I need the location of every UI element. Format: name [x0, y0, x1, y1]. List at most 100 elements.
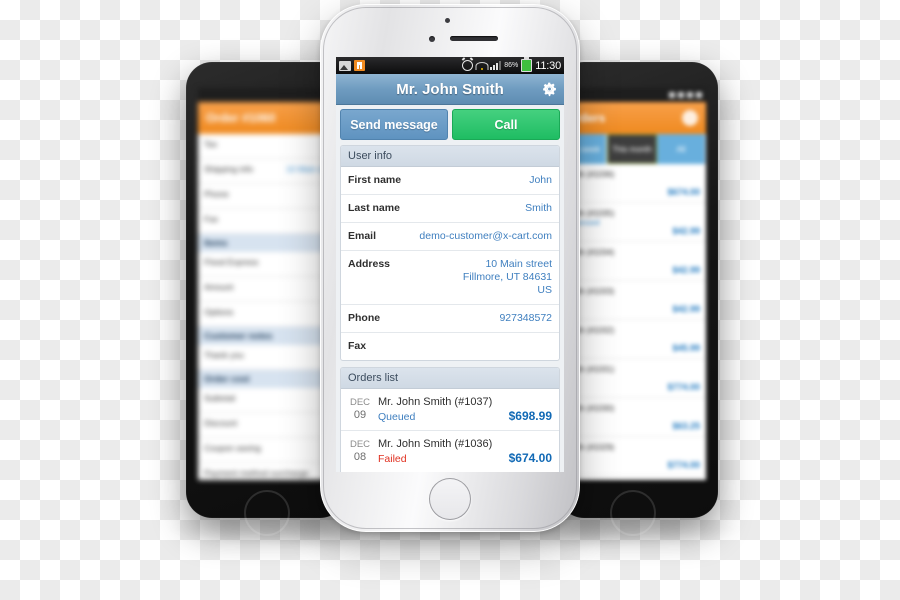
iphone-screen: 86% 11:30 Mr. John Smith Send message Ca…: [336, 57, 564, 472]
order-price: $42.99: [672, 304, 700, 314]
order-list-item[interactable]: DEC 08 Mr. John Smith (#1036) Failed $67…: [341, 431, 559, 472]
table-row: Smith (#1036) $674.00: [558, 164, 706, 203]
order-name: Smith (#1029): [564, 443, 615, 452]
field-value[interactable]: 927348572: [493, 312, 552, 325]
order-name: Smith (#1031): [564, 365, 615, 374]
order-price: $45.99: [672, 343, 700, 353]
order-name: Mr. John Smith (#1037): [378, 396, 493, 408]
row-key: Flood Express: [204, 257, 259, 267]
table-row: Smith (#1035) Processed $42.99: [558, 203, 706, 242]
home-button: [610, 490, 656, 536]
status-bar: 86% 11:30: [336, 57, 564, 74]
row-key: Options: [204, 307, 234, 317]
field-label: Phone: [348, 312, 381, 324]
row-key: Fax: [204, 214, 219, 224]
row-key: Phone: [204, 189, 229, 199]
earpiece-speaker: [450, 36, 498, 41]
table-row: Smith (#1034) $42.99: [558, 242, 706, 281]
order-status: Failed: [378, 453, 407, 465]
table-row: Smith (#1033) $42.99: [558, 281, 706, 320]
order-name: Smith (#1036): [564, 170, 615, 179]
signal-bars-icon: [687, 92, 693, 98]
alarm-clock-icon: [462, 60, 474, 71]
row-key: Coupon saving: [204, 443, 261, 453]
proximity-sensor: [445, 18, 450, 23]
image-icon: [669, 92, 675, 98]
background-phone-right: Orders This week This month All Smith (#…: [558, 62, 718, 536]
order-price: $674.00: [508, 451, 552, 465]
home-button[interactable]: [429, 478, 471, 520]
battery-percent: 86%: [504, 62, 519, 69]
signal-bars-icon: [490, 61, 502, 70]
app-title-bar: Mr. John Smith: [336, 74, 564, 105]
field-label: First name: [348, 174, 402, 186]
order-name: Smith (#1034): [564, 248, 615, 257]
order-price: $698.99: [508, 409, 552, 423]
table-row: Last name Smith: [341, 195, 559, 223]
order-date: DEC 08: [346, 437, 374, 464]
order-name: Smith (#1035): [564, 209, 615, 218]
table-row: Smith (#1030) $63.25: [558, 398, 706, 437]
field-value: John: [529, 174, 552, 186]
order-summary: Failed $674.00: [378, 451, 552, 466]
order-name: Smith (#1030): [564, 404, 615, 413]
status-bar-right: 86% 11:30: [462, 57, 561, 72]
table-row: Smith (#1029) $774.00: [558, 437, 706, 476]
order-summary: Queued $698.99: [378, 409, 552, 424]
order-price: $674.00: [667, 187, 700, 197]
table-row: Smith (#1032) $45.99: [558, 320, 706, 359]
user-info-header: User info: [341, 146, 559, 167]
home-button: [244, 490, 290, 536]
row-key: Payment method surcharge: [204, 468, 309, 478]
status-bar-left: [339, 60, 365, 71]
order-details: Mr. John Smith (#1036) Failed $674.00: [374, 437, 552, 466]
scroll-content[interactable]: User info First name John Last name Smit…: [336, 145, 564, 472]
left-phone-header-title: Order #1060: [206, 111, 276, 125]
order-month: DEC: [349, 397, 371, 408]
battery-icon: [696, 92, 702, 98]
orders-filter-tabs: This week This month All: [558, 134, 706, 164]
call-button[interactable]: Call: [452, 109, 560, 140]
wifi-icon: [475, 61, 489, 70]
order-name: Smith (#1033): [564, 287, 615, 296]
order-price: $42.99: [672, 226, 700, 236]
table-row: Email demo-customer@x-cart.com: [341, 223, 559, 251]
page-title: Mr. John Smith: [396, 80, 504, 98]
table-row: First name John: [341, 167, 559, 195]
gear-icon[interactable]: [541, 81, 558, 98]
field-value: Smith: [525, 202, 552, 214]
right-phone-header: Orders: [558, 102, 706, 134]
order-price: $42.99: [672, 265, 700, 275]
order-month: DEC: [349, 439, 371, 450]
right-phone-status-bar: [558, 88, 706, 102]
order-status: Queued: [378, 411, 416, 423]
tab-all: All: [657, 134, 706, 164]
order-name: Mr. John Smith (#1036): [378, 438, 493, 450]
wifi-icon: [678, 92, 684, 98]
field-value: 10 Main street Fillmore, UT 84631 US: [462, 258, 552, 296]
table-row: Address 10 Main street Fillmore, UT 8463…: [341, 251, 559, 305]
tab-this-month: This month: [607, 134, 657, 164]
table-row: Phone 927348572: [341, 305, 559, 333]
order-price: $63.25: [672, 421, 700, 431]
table-row: Fax: [341, 333, 559, 360]
row-key: Discount: [204, 418, 238, 428]
row-key: Thank you: [204, 350, 244, 360]
sd-card-icon: [354, 60, 365, 71]
order-day: 09: [353, 409, 367, 421]
order-list-item[interactable]: DEC 09 Mr. John Smith (#1037) Queued $69…: [341, 389, 559, 431]
send-message-button[interactable]: Send message: [340, 109, 448, 140]
field-value[interactable]: demo-customer@x-cart.com: [413, 230, 552, 243]
front-camera: [429, 36, 435, 42]
order-price: $774.00: [667, 460, 700, 470]
field-label: Email: [348, 230, 377, 242]
right-phone-screen: Orders This week This month All Smith (#…: [558, 88, 706, 480]
user-info-panel: User info First name John Last name Smit…: [340, 145, 560, 361]
orders-list-panel: Orders list DEC 09 Mr. John Smith (#1037…: [340, 367, 560, 472]
field-label: Fax: [348, 340, 367, 352]
orders-list-header: Orders list: [341, 368, 559, 389]
row-key: Shipping info: [204, 164, 254, 174]
table-row: Smith (#1028): [558, 476, 706, 480]
table-row: Smith (#1031) $774.00: [558, 359, 706, 398]
screenshot-stage: Order #1060 Tax Shipping info 10 Main st…: [0, 0, 900, 600]
